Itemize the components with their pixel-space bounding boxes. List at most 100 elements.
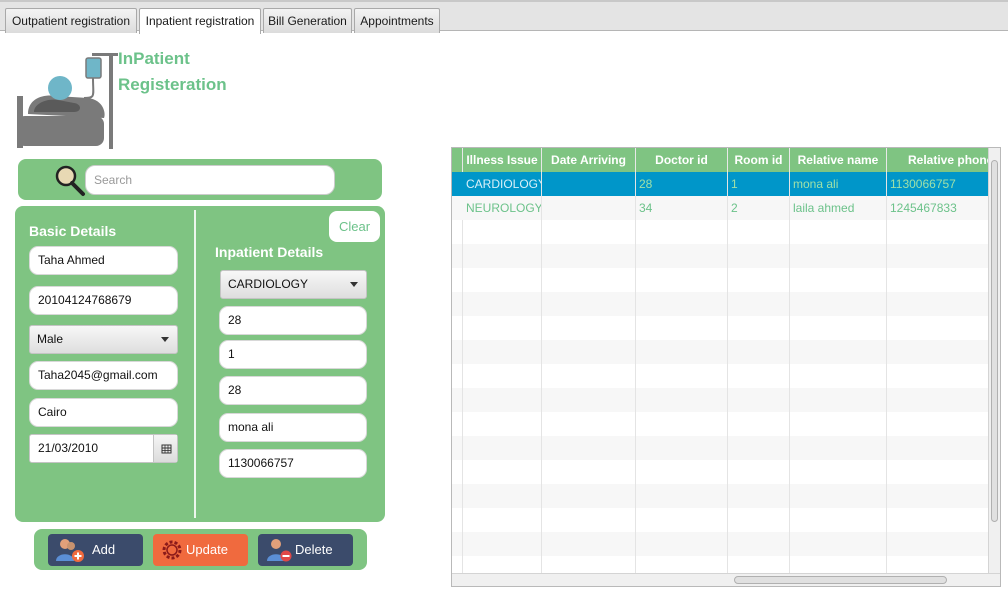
empty-table-cell [790, 532, 887, 556]
empty-table-cell [452, 508, 463, 532]
column-header-illness-issue[interactable]: Illness Issue [463, 148, 542, 172]
empty-table-cell [790, 436, 887, 460]
illness-select[interactable]: CARDIOLOGY [220, 270, 367, 299]
empty-table-cell [463, 388, 542, 412]
birth-date-value: 21/03/2010 [38, 441, 99, 455]
empty-table-cell [790, 316, 887, 340]
empty-table-row [452, 388, 992, 412]
empty-table-cell [790, 268, 887, 292]
column-header-doctor-id[interactable]: Doctor id [636, 148, 728, 172]
horizontal-scrollbar[interactable] [452, 573, 1000, 586]
empty-table-cell [728, 364, 790, 388]
national-id-field[interactable]: 20104124768679 [29, 286, 178, 315]
empty-table-cell [636, 436, 728, 460]
empty-table-cell [636, 292, 728, 316]
empty-table-cell [463, 484, 542, 508]
doctor-id-field[interactable]: 28 [219, 306, 367, 335]
empty-table-row [452, 532, 992, 556]
room-id-field[interactable]: 1 [219, 340, 367, 369]
empty-table-row [452, 460, 992, 484]
chevron-down-icon [350, 282, 358, 287]
empty-table-cell [728, 484, 790, 508]
empty-table-cell [452, 388, 463, 412]
empty-table-cell [887, 244, 992, 268]
delete-button[interactable]: Delete [258, 534, 353, 566]
table-cell: 2 [728, 196, 790, 220]
empty-table-cell [636, 244, 728, 268]
search-input[interactable]: Search [85, 165, 335, 195]
empty-table-cell [887, 340, 992, 364]
empty-table-cell [463, 460, 542, 484]
tab-bill-generation[interactable]: Bill Generation [263, 8, 352, 33]
inpatient-details-title: Inpatient Details [215, 244, 324, 260]
empty-table-cell [790, 220, 887, 244]
relative-phone-field[interactable]: 1130066757 [219, 449, 367, 478]
horizontal-scroll-thumb[interactable] [734, 576, 947, 584]
column-header-relative-phone[interactable]: Relative phone [887, 148, 1000, 172]
inpatient-field-4[interactable]: 28 [219, 376, 367, 405]
clear-button[interactable]: Clear [329, 211, 380, 242]
inpatient-table: Illness Issue Date Arriving Doctor id Ro… [451, 147, 1001, 587]
empty-table-cell [790, 244, 887, 268]
table-cell: laila ahmed [790, 196, 887, 220]
empty-table-cell [452, 292, 463, 316]
gender-select[interactable]: Male [29, 325, 178, 354]
empty-table-cell [463, 532, 542, 556]
empty-table-cell [728, 388, 790, 412]
table-cell: CARDIOLOGY [463, 172, 542, 196]
empty-table-cell [728, 532, 790, 556]
empty-table-cell [790, 364, 887, 388]
empty-table-cell [636, 460, 728, 484]
empty-table-cell [887, 388, 992, 412]
table-row[interactable]: CARDIOLOGY 28 1 mona ali 1130066757 [452, 172, 992, 196]
vertical-scrollbar[interactable] [988, 148, 1000, 574]
empty-table-cell [542, 436, 636, 460]
column-header-room-id[interactable]: Room id [728, 148, 790, 172]
empty-table-cell [463, 268, 542, 292]
name-field[interactable]: Taha Ahmed [29, 246, 178, 275]
empty-table-cell [463, 412, 542, 436]
empty-table-cell [463, 340, 542, 364]
empty-table-cell [452, 484, 463, 508]
panel-divider [194, 210, 196, 518]
empty-table-row [452, 412, 992, 436]
empty-table-cell [463, 220, 542, 244]
city-field[interactable]: Cairo [29, 398, 178, 427]
patient-bed-icon [14, 48, 118, 153]
column-header-relative-name[interactable]: Relative name [790, 148, 887, 172]
empty-table-cell [452, 412, 463, 436]
empty-table-row [452, 220, 992, 244]
empty-table-cell [887, 292, 992, 316]
empty-table-cell [542, 220, 636, 244]
email-field[interactable]: Taha2045@gmail.com [29, 361, 178, 390]
empty-table-cell [636, 508, 728, 532]
empty-table-cell [452, 220, 463, 244]
empty-table-cell [542, 316, 636, 340]
empty-table-cell [542, 460, 636, 484]
relative-name-field[interactable]: mona ali [219, 413, 367, 442]
tab-inpatient-registration[interactable]: Inpatient registration [139, 8, 261, 34]
gear-icon [159, 537, 185, 575]
illness-select-value: CARDIOLOGY [228, 277, 309, 291]
empty-table-cell [728, 268, 790, 292]
empty-table-row [452, 340, 992, 364]
vertical-scroll-thumb[interactable] [991, 160, 998, 522]
tab-outpatient-registration[interactable]: Outpatient registration [5, 8, 137, 33]
add-button-label: Add [92, 542, 116, 557]
empty-table-cell [887, 364, 992, 388]
empty-table-cell [542, 292, 636, 316]
empty-table-cell [636, 220, 728, 244]
calendar-button[interactable] [153, 435, 177, 462]
table-header: Illness Issue Date Arriving Doctor id Ro… [452, 148, 1000, 172]
empty-table-cell [887, 436, 992, 460]
delete-button-label: Delete [295, 542, 333, 557]
tab-appointments[interactable]: Appointments [354, 8, 440, 33]
table-row[interactable]: NEUROLOGY 34 2 laila ahmed 1245467833 [452, 196, 992, 220]
empty-table-cell [542, 532, 636, 556]
birth-date-picker[interactable]: 21/03/2010 [29, 434, 178, 463]
update-button[interactable]: Update [153, 534, 248, 566]
add-button[interactable]: Add [48, 534, 143, 566]
column-header-date-arriving[interactable]: Date Arriving [542, 148, 636, 172]
empty-table-cell [463, 436, 542, 460]
page-title-line1: InPatient [118, 49, 190, 68]
